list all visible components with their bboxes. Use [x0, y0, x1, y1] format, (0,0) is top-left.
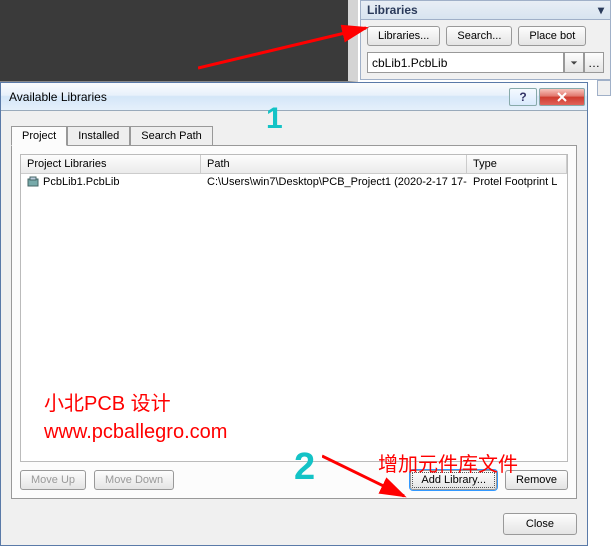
- add-library-button[interactable]: Add Library...: [410, 470, 497, 490]
- row-path: C:\Users\win7\Desktop\PCB_Project1 (2020…: [201, 175, 467, 189]
- search-button[interactable]: Search...: [446, 26, 512, 46]
- col-header-libraries[interactable]: Project Libraries: [21, 155, 201, 173]
- tab-installed[interactable]: Installed: [67, 126, 130, 146]
- libraries-button[interactable]: Libraries...: [367, 26, 440, 46]
- table-row[interactable]: PcbLib1.PcbLib C:\Users\win7\Desktop\PCB…: [21, 174, 567, 190]
- libraries-panel: Libraries ▾ Libraries... Search... Place…: [360, 0, 611, 80]
- libraries-panel-title: Libraries: [367, 3, 418, 17]
- place-button[interactable]: Place bot: [518, 26, 586, 46]
- panel-menu-icon[interactable]: ▾: [598, 3, 604, 17]
- help-icon: ?: [519, 90, 526, 104]
- libraries-panel-header: Libraries ▾: [360, 0, 611, 20]
- pcblib-icon: [27, 176, 39, 188]
- dialog-titlebar[interactable]: Available Libraries ?: [1, 83, 587, 111]
- row-type: Protel Footprint L: [467, 175, 567, 189]
- library-select-more-button[interactable]: …: [584, 52, 604, 73]
- close-icon: [557, 92, 567, 102]
- remove-button[interactable]: Remove: [505, 470, 568, 490]
- tab-pane-project: Project Libraries Path Type PcbLib1.PcbL…: [11, 145, 577, 499]
- move-up-button[interactable]: Move Up: [20, 470, 86, 490]
- ellipsis-icon: …: [588, 56, 600, 70]
- table-header: Project Libraries Path Type: [21, 155, 567, 174]
- col-header-path[interactable]: Path: [201, 155, 467, 173]
- dialog-close-button[interactable]: [539, 88, 585, 106]
- available-libraries-dialog: Available Libraries ? Project Installed …: [0, 82, 588, 546]
- col-header-type[interactable]: Type: [467, 155, 567, 173]
- workspace-dark-area: [0, 0, 358, 82]
- tab-row: Project Installed Search Path: [11, 123, 577, 145]
- row-name: PcbLib1.PcbLib: [43, 176, 119, 188]
- move-down-button[interactable]: Move Down: [94, 470, 174, 490]
- dialog-title: Available Libraries: [9, 90, 107, 104]
- dialog-help-button[interactable]: ?: [509, 88, 537, 106]
- panel-side-strip: [597, 80, 611, 96]
- close-button[interactable]: Close: [503, 513, 577, 535]
- library-select-input[interactable]: [367, 52, 564, 73]
- libraries-table: Project Libraries Path Type PcbLib1.PcbL…: [20, 154, 568, 462]
- tab-search-path[interactable]: Search Path: [130, 126, 213, 146]
- tab-project[interactable]: Project: [11, 126, 67, 146]
- library-select-dropdown-button[interactable]: [564, 52, 584, 73]
